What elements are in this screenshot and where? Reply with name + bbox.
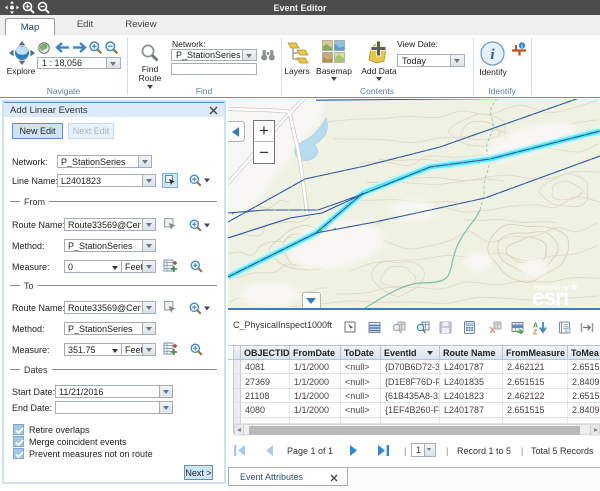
svg-text:esri: esri <box>532 284 568 308</box>
